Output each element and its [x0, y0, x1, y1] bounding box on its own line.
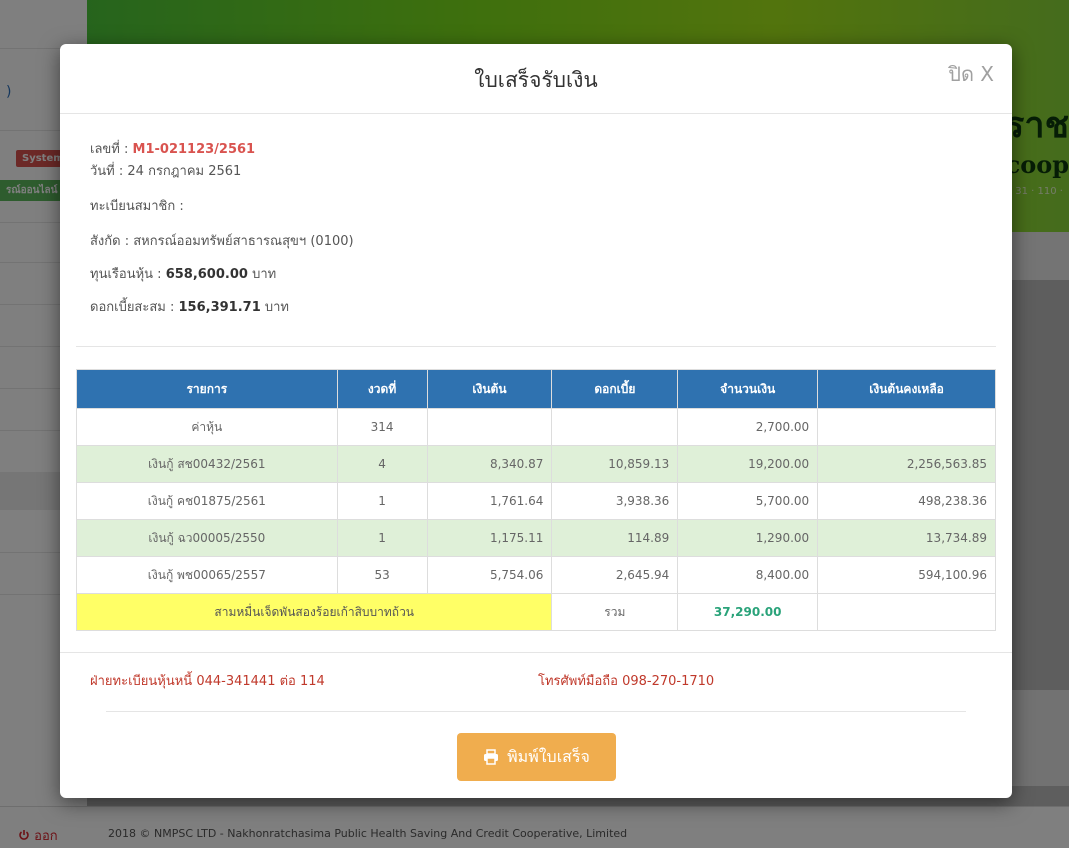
cell-amount: 5,700.00 — [677, 482, 819, 520]
total-amount: 37,290.00 — [677, 593, 819, 631]
cell-installment: 4 — [336, 445, 428, 483]
cell-item: เงินกู้ สช00432/2561 — [76, 445, 338, 483]
receipt-modal: ใบเสร็จรับเงิน ปิด X เลขที่ : M1-021123/… — [60, 44, 1012, 798]
modal-header: ใบเสร็จรับเงิน ปิด X — [60, 44, 1012, 114]
cell-balance: 13,734.89 — [817, 519, 996, 557]
receipt-number-label: เลขที่ : — [90, 142, 133, 157]
cell-installment: 53 — [336, 556, 428, 594]
receipt-number-line: เลขที่ : M1-021123/2561 — [90, 138, 255, 159]
receipt-number: M1-021123/2561 — [132, 142, 256, 157]
table-row: เงินกู้ ฉว00005/2550 1 1,175.11 114.89 1… — [76, 519, 996, 557]
share-capital-value: 658,600.00 — [165, 267, 248, 282]
cell-item: เงินกู้ พช00065/2557 — [76, 556, 338, 594]
cell-amount: 2,700.00 — [677, 408, 819, 446]
cell-interest: 10,859.13 — [551, 445, 679, 483]
cell-balance: 2,256,563.85 — [817, 445, 996, 483]
member-registration: ทะเบียนสมาชิก : — [90, 199, 184, 214]
column-header: รายการ — [76, 369, 338, 409]
cell-balance — [817, 408, 996, 446]
table-row: เงินกู้ คช01875/2561 1 1,761.64 3,938.36… — [76, 482, 996, 520]
accumulated-interest-line: ดอกเบี้ยสะสม : 156,391.71 บาท — [90, 296, 289, 317]
cell-principal: 8,340.87 — [426, 445, 553, 483]
cell-installment: 314 — [336, 408, 428, 446]
cell-interest — [551, 408, 679, 446]
cell-balance: 498,238.36 — [817, 482, 996, 520]
cell-interest: 114.89 — [551, 519, 679, 557]
table-row: เงินกู้ สช00432/2561 4 8,340.87 10,859.1… — [76, 445, 996, 483]
accumulated-interest-unit: บาท — [260, 300, 290, 315]
share-capital-unit: บาท — [247, 267, 277, 282]
amount-in-words: สามหมื่นเจ็ดพันสองร้อยเก้าสิบบาทถ้วน — [75, 593, 553, 631]
cell-principal: 1,761.64 — [426, 482, 553, 520]
table-total-row: สามหมื่นเจ็ดพันสองร้อยเก้าสิบบาทถ้วน รวม… — [75, 593, 996, 631]
table-row: ค่าหุ้น 314 2,700.00 — [76, 408, 996, 446]
modal-title: ใบเสร็จรับเงิน — [474, 68, 598, 92]
print-button-label: พิมพ์ใบเสร็จ — [507, 748, 590, 766]
accumulated-interest-value: 156,391.71 — [178, 300, 261, 315]
share-capital-line: ทุนเรือนหุ้น : 658,600.00 บาท — [90, 263, 276, 284]
receipt-table: รายการ งวดที่ เงินต้น ดอกเบี้ย จำนวนเงิน… — [75, 369, 996, 631]
divider — [106, 711, 966, 712]
divider — [60, 652, 1012, 653]
table-header-row: รายการ งวดที่ เงินต้น ดอกเบี้ย จำนวนเงิน… — [76, 369, 996, 409]
column-header: งวดที่ — [336, 369, 428, 409]
cell-balance: 594,100.96 — [817, 556, 996, 594]
cell-interest: 2,645.94 — [551, 556, 679, 594]
cell-installment: 1 — [336, 482, 428, 520]
column-header: ดอกเบี้ย — [551, 369, 679, 409]
cell-amount: 8,400.00 — [677, 556, 819, 594]
total-label: รวม — [551, 593, 679, 631]
cell-principal: 5,754.06 — [426, 556, 553, 594]
cell-interest: 3,938.36 — [551, 482, 679, 520]
accumulated-interest-label: ดอกเบี้ยสะสม : — [90, 300, 179, 315]
column-header: จำนวนเงิน — [677, 369, 819, 409]
column-header: เงินต้นคงเหลือ — [817, 369, 996, 409]
cell-amount: 19,200.00 — [677, 445, 819, 483]
close-button[interactable]: ปิด X — [948, 58, 994, 90]
cell-item: เงินกู้ คช01875/2561 — [76, 482, 338, 520]
cell-principal — [426, 408, 553, 446]
cell-principal: 1,175.11 — [426, 519, 553, 557]
cell-installment: 1 — [336, 519, 428, 557]
print-receipt-button[interactable]: พิมพ์ใบเสร็จ — [457, 733, 616, 781]
share-capital-label: ทุนเรือนหุ้น : — [90, 267, 166, 282]
table-row: เงินกู้ พช00065/2557 53 5,754.06 2,645.9… — [76, 556, 996, 594]
cell-item: ค่าหุ้น — [76, 408, 338, 446]
printer-icon — [484, 749, 499, 765]
cell-amount: 1,290.00 — [677, 519, 819, 557]
divider — [76, 346, 996, 347]
cell-item: เงินกู้ ฉว00005/2550 — [76, 519, 338, 557]
affiliation: สังกัด : สหกรณ์ออมทรัพย์สาธารณสุขฯ (0100… — [90, 234, 354, 249]
registry-contact: ฝ่ายทะเบียนหุ้นหนี้ 044-341441 ต่อ 114 — [90, 674, 325, 689]
column-header: เงินต้น — [426, 369, 553, 409]
receipt-date: วันที่ : 24 กรกฎาคม 2561 — [90, 164, 242, 179]
cell-empty — [817, 593, 996, 631]
mobile-contact: โทรศัพท์มือถือ 098-270-1710 — [538, 674, 715, 689]
